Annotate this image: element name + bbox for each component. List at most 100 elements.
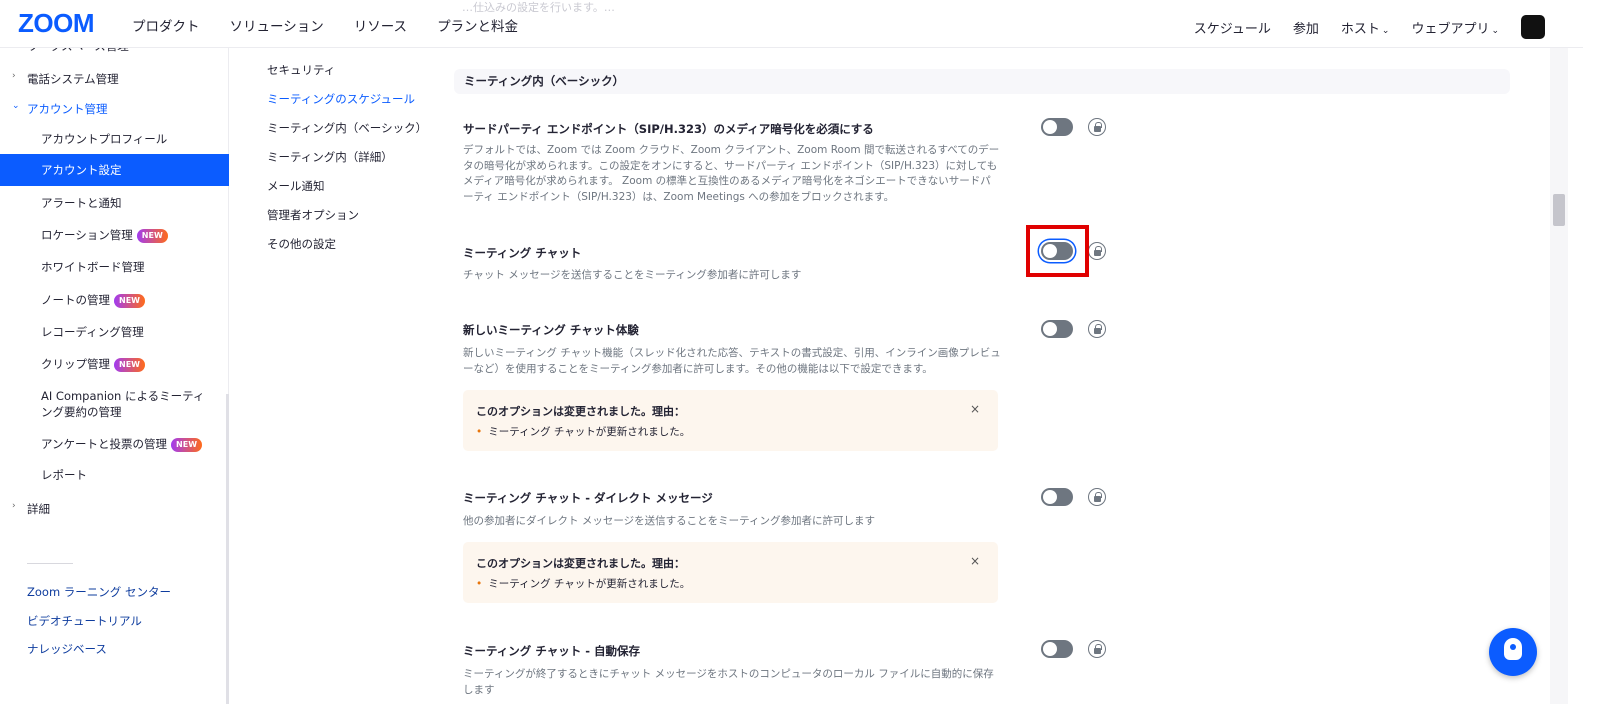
video-tutorials-link[interactable]: ビデオチュートリアル [27, 613, 142, 629]
setting-title: 新しいミーティング チャット体験 [463, 323, 639, 337]
new-badge: NEW [114, 293, 145, 308]
sidebar-item-locations[interactable]: ロケーション管理 NEW [0, 227, 229, 243]
change-notice: このオプションは変更されました。理由： ミーティング チャットが更新されました。… [463, 542, 998, 603]
notice-item: ミーティング チャットが更新されました。 [476, 424, 690, 439]
setting-description: チャット メッセージを送信することをミーティング参加者に許可します [463, 269, 802, 281]
sidebar-item-label: 詳細 [27, 502, 50, 516]
sidebar-item-account-settings[interactable]: アカウント設定 [0, 154, 229, 186]
sidebar-item-label: ノートの管理 [41, 293, 110, 307]
nav-resources[interactable]: リソース [354, 15, 407, 35]
notice-title: このオプションは変更されました。理由： [476, 405, 685, 418]
new-badge: NEW [171, 437, 203, 452]
learning-center-link[interactable]: Zoom ラーニング センター [27, 584, 171, 600]
sidebar-scrollbar[interactable] [226, 394, 229, 704]
chevron-right-icon: › [12, 71, 16, 81]
setting-title: ミーティング チャット - 自動保存 [463, 644, 640, 658]
close-icon[interactable]: × [970, 554, 980, 568]
support-chat-button[interactable] [1489, 628, 1537, 676]
sidebar-item-label: 電話システム管理 [27, 72, 119, 86]
subnav-security[interactable]: セキュリティ [267, 62, 427, 91]
sidebar-item-account-profile[interactable]: アカウントプロフィール [0, 131, 229, 147]
sidebar-item-ai-companion[interactable]: AI Companion によるミーティング要約の管理 [0, 388, 215, 420]
avatar[interactable] [1521, 15, 1545, 39]
sidebar-item-label: AI Companion によるミーティング要約の管理 [41, 389, 205, 419]
highlight-box [1026, 225, 1089, 277]
toggle-switch[interactable] [1041, 118, 1073, 136]
scrollbar-thumb[interactable] [1553, 194, 1565, 226]
chevron-down-icon: ⌄ [1381, 25, 1390, 36]
nav-pricing[interactable]: プランと料金 [437, 15, 518, 35]
new-badge: NEW [114, 357, 145, 372]
setting-title: ミーティング チャット - ダイレクト メッセージ [463, 491, 713, 505]
sidebar-item-label: レポート [41, 468, 87, 482]
sidebar-item-whiteboard[interactable]: ホワイトボード管理 [0, 259, 229, 275]
nav-products[interactable]: プロダクト [132, 15, 200, 35]
zoom-logo[interactable]: ZOOM [18, 8, 95, 39]
notice-item: ミーティング チャットが更新されました。 [476, 576, 690, 591]
schedule-link[interactable]: スケジュール [1194, 18, 1271, 37]
sidebar-divider [27, 563, 73, 564]
chevron-down-icon: ⌄ [1491, 25, 1499, 36]
sidebar-item-alerts[interactable]: アラートと通知 [0, 195, 229, 211]
sidebar-item-recording[interactable]: レコーディング管理 [0, 324, 229, 340]
settings-subnav: セキュリティ ミーティングのスケジュール ミーティング内（ベーシック） ミーティ… [267, 62, 427, 265]
setting-description: 他の参加者にダイレクト メッセージを送信することをミーティング参加者に許可します [463, 515, 875, 527]
subnav-in-meeting-basic[interactable]: ミーティング内（ベーシック） [267, 120, 427, 149]
toggle-switch[interactable] [1041, 320, 1073, 338]
sidebar-item-polls[interactable]: アンケートと投票の管理 NEW [0, 436, 229, 452]
chevron-right-icon: › [12, 501, 16, 511]
sidebar: › ワークスペース管理 › 電話システム管理 ⌄ アカウント管理 アカウントプロ… [0, 38, 229, 704]
setting-description: 新しいミーティング チャット機能（スレッド化された応答、テキストの書式設定、引用… [463, 347, 1001, 375]
sidebar-item-clips[interactable]: クリップ管理 NEW [0, 356, 229, 372]
webapp-menu[interactable]: ウェブアプリ ⌄ [1411, 18, 1499, 37]
subnav-other-settings[interactable]: その他の設定 [267, 236, 427, 265]
subnav-in-meeting-advanced[interactable]: ミーティング内（詳細） [267, 149, 427, 178]
top-right-nav: スケジュール 参加 ホスト ⌄ ウェブアプリ ⌄ [1194, 15, 1545, 39]
sidebar-item-notes[interactable]: ノートの管理 NEW [0, 292, 229, 308]
setting-title: サードパーティ エンドポイント（SIP/H.323）のメディア暗号化を必須にする [463, 122, 874, 136]
lock-icon[interactable] [1088, 320, 1106, 338]
sidebar-item-account-management[interactable]: ⌄ アカウント管理 [0, 101, 229, 117]
sidebar-item-label: クリップ管理 [41, 357, 110, 371]
sidebar-item-label: アカウント管理 [27, 102, 108, 116]
sidebar-item-label: アカウントプロフィール [41, 132, 168, 146]
setting-description: ミーティングが終了するときにチャット メッセージをホストのコンピュータのローカル… [463, 668, 994, 696]
host-label: ホスト [1340, 21, 1380, 37]
change-notice: このオプションは変更されました。理由： ミーティング チャットが更新されました。… [463, 390, 998, 451]
toggle-switch[interactable] [1041, 640, 1073, 658]
faded-background-text: …仕込みの設定を行います。… [462, 1, 615, 14]
webapp-label: ウェブアプリ [1411, 21, 1490, 37]
sidebar-item-label: レコーディング管理 [41, 325, 144, 339]
join-link[interactable]: 参加 [1293, 18, 1319, 37]
chevron-down-icon: ⌄ [12, 101, 20, 111]
top-nav: プロダクト ソリューション リソース プランと料金 [132, 15, 518, 35]
setting-title: ミーティング チャット [463, 246, 582, 260]
toggle-switch[interactable] [1041, 488, 1073, 506]
subnav-email-notification[interactable]: メール通知 [267, 178, 427, 207]
lock-icon[interactable] [1088, 118, 1106, 136]
nav-solutions[interactable]: ソリューション [230, 15, 324, 35]
new-badge: NEW [136, 228, 168, 243]
sidebar-item-label: アカウント設定 [41, 163, 122, 177]
host-menu[interactable]: ホスト ⌄ [1341, 18, 1390, 37]
lock-icon[interactable] [1088, 242, 1106, 260]
sidebar-item-label: ホワイトボード管理 [41, 260, 145, 274]
notice-title: このオプションは変更されました。理由： [476, 557, 685, 570]
main-scrollbar[interactable] [1550, 48, 1568, 704]
sidebar-item-label: アラートと通知 [41, 196, 122, 210]
sidebar-item-reports[interactable]: レポート [0, 467, 229, 483]
setting-description: デフォルトでは、Zoom では Zoom クラウド、Zoom クライアント、Zo… [463, 144, 1000, 203]
top-navigation-bar: …仕込みの設定を行います。… ZOOM プロダクト ソリューション リソース プ… [0, 0, 1583, 48]
lock-icon[interactable] [1088, 640, 1106, 658]
close-icon[interactable]: × [970, 402, 980, 416]
subnav-admin-options[interactable]: 管理者オプション [267, 207, 427, 236]
sidebar-item-label: アンケートと投票の管理 [41, 437, 168, 451]
sidebar-item-label: ロケーション管理 [41, 228, 133, 242]
knowledge-base-link[interactable]: ナレッジベース [27, 641, 107, 657]
sidebar-item-details[interactable]: › 詳細 [0, 501, 229, 517]
sidebar-item-phone-system[interactable]: › 電話システム管理 [0, 71, 229, 87]
subnav-schedule-meeting[interactable]: ミーティングのスケジュール [267, 91, 427, 120]
section-header: ミーティング内（ベーシック） [454, 69, 1510, 94]
lock-icon[interactable] [1088, 488, 1106, 506]
chat-bot-eye [1510, 644, 1516, 650]
